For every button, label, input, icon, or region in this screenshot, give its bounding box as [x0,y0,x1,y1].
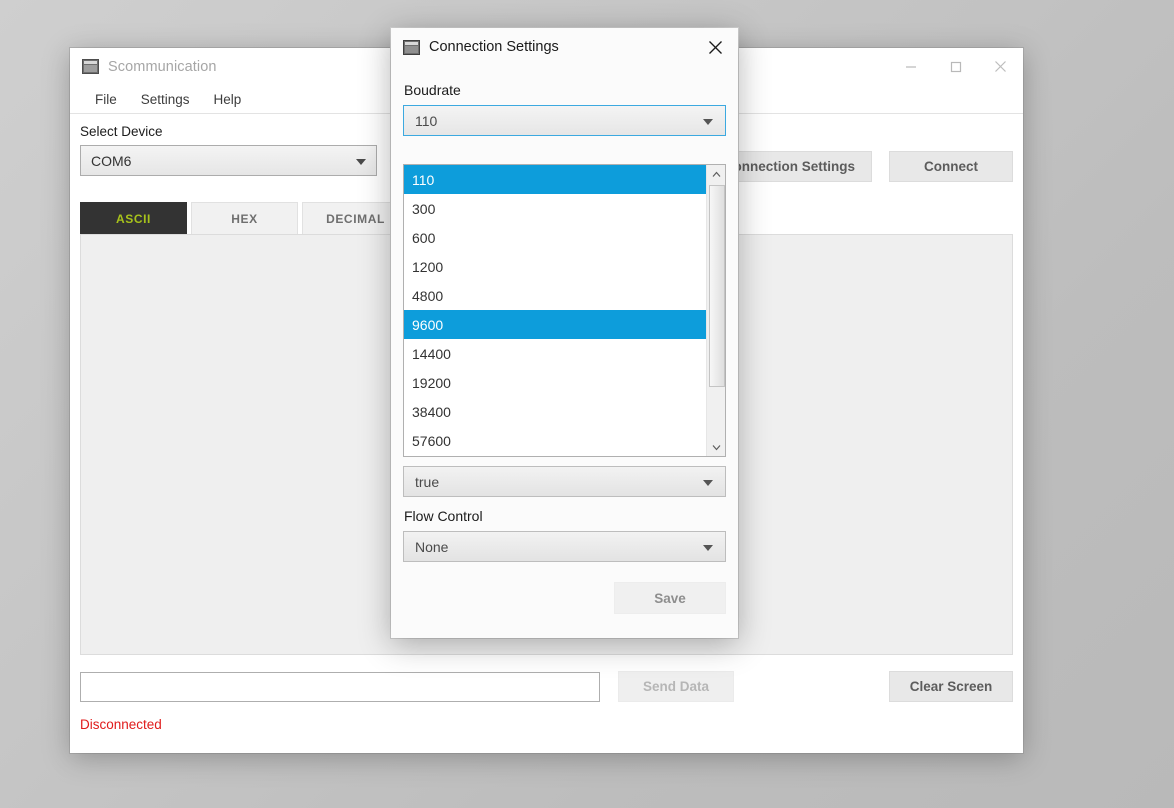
baudrate-dropdown: 110 300 600 1200 4800 9600 14400 19200 38400 5760… [403,164,726,457]
send-input[interactable] [80,671,600,702]
terminal-icon [82,59,99,74]
dropdown-option[interactable]: 38400 [404,397,706,426]
clear-screen-button[interactable]: Clear Screen [889,671,1013,702]
dropdown-option[interactable]: 14400 [404,339,706,368]
connect-button[interactable]: Connect [889,151,1013,182]
flow-control-select[interactable]: None [403,531,726,562]
close-icon[interactable] [978,48,1023,85]
save-row: Save [403,582,726,614]
connection-settings-dialog: Connection Settings Boudrate 110 DTS tru… [391,28,738,638]
baudrate-label: Boudrate [404,82,461,98]
tab-hex[interactable]: HEX [191,202,298,234]
dropdown-option[interactable]: 600 [404,223,706,252]
dropdown-option[interactable]: 19200 [404,368,706,397]
close-icon[interactable] [692,28,738,66]
dialog-title: Connection Settings [429,39,559,55]
dts-select-value: true [415,473,440,490]
baudrate-select[interactable]: 110 [403,105,726,136]
dropdown-scrollbar[interactable] [706,165,725,456]
terminal-icon [403,39,420,55]
chevron-down-icon [703,544,713,551]
dropdown-option[interactable]: 9600 [404,310,706,339]
top-right-buttons: Connection Settings Connect [706,151,1013,182]
flow-control-label: Flow Control [404,508,483,524]
device-select[interactable]: COM6 [80,145,377,176]
dialog-title-bar: Connection Settings [391,28,738,66]
save-button[interactable]: Save [614,582,726,614]
device-select-value: COM6 [91,152,132,169]
maximize-icon[interactable] [933,48,978,85]
flow-control-select-value: None [415,538,449,555]
tab-ascii[interactable]: ASCII [80,202,187,234]
status-badge: Disconnected [80,717,162,732]
window-controls [888,48,1023,85]
menu-item-help[interactable]: Help [203,88,253,111]
baudrate-select-value: 110 [415,112,438,129]
chevron-down-icon [703,118,713,125]
chevron-down-icon [703,479,713,486]
dropdown-option[interactable]: 300 [404,194,706,223]
send-data-button[interactable]: Send Data [618,671,734,702]
dropdown-option[interactable]: 1200 [404,252,706,281]
menu-item-file[interactable]: File [84,88,128,111]
dropdown-option[interactable]: 110 [404,165,706,194]
chevron-down-icon [356,158,366,165]
send-row: Send Data Clear Screen [80,671,1013,702]
chevron-down-icon[interactable] [707,438,725,456]
chevron-up-icon[interactable] [707,165,725,183]
baudrate-option-list: 110 300 600 1200 4800 9600 14400 19200 38400 5760… [404,165,706,456]
menu-item-settings[interactable]: Settings [130,88,201,111]
dts-select[interactable]: true [403,466,726,497]
dropdown-option[interactable]: 57600 [404,426,706,455]
window-title: Scommunication [108,58,217,75]
scrollbar-thumb[interactable] [709,185,725,387]
minimize-icon[interactable] [888,48,933,85]
dropdown-option[interactable]: 4800 [404,281,706,310]
